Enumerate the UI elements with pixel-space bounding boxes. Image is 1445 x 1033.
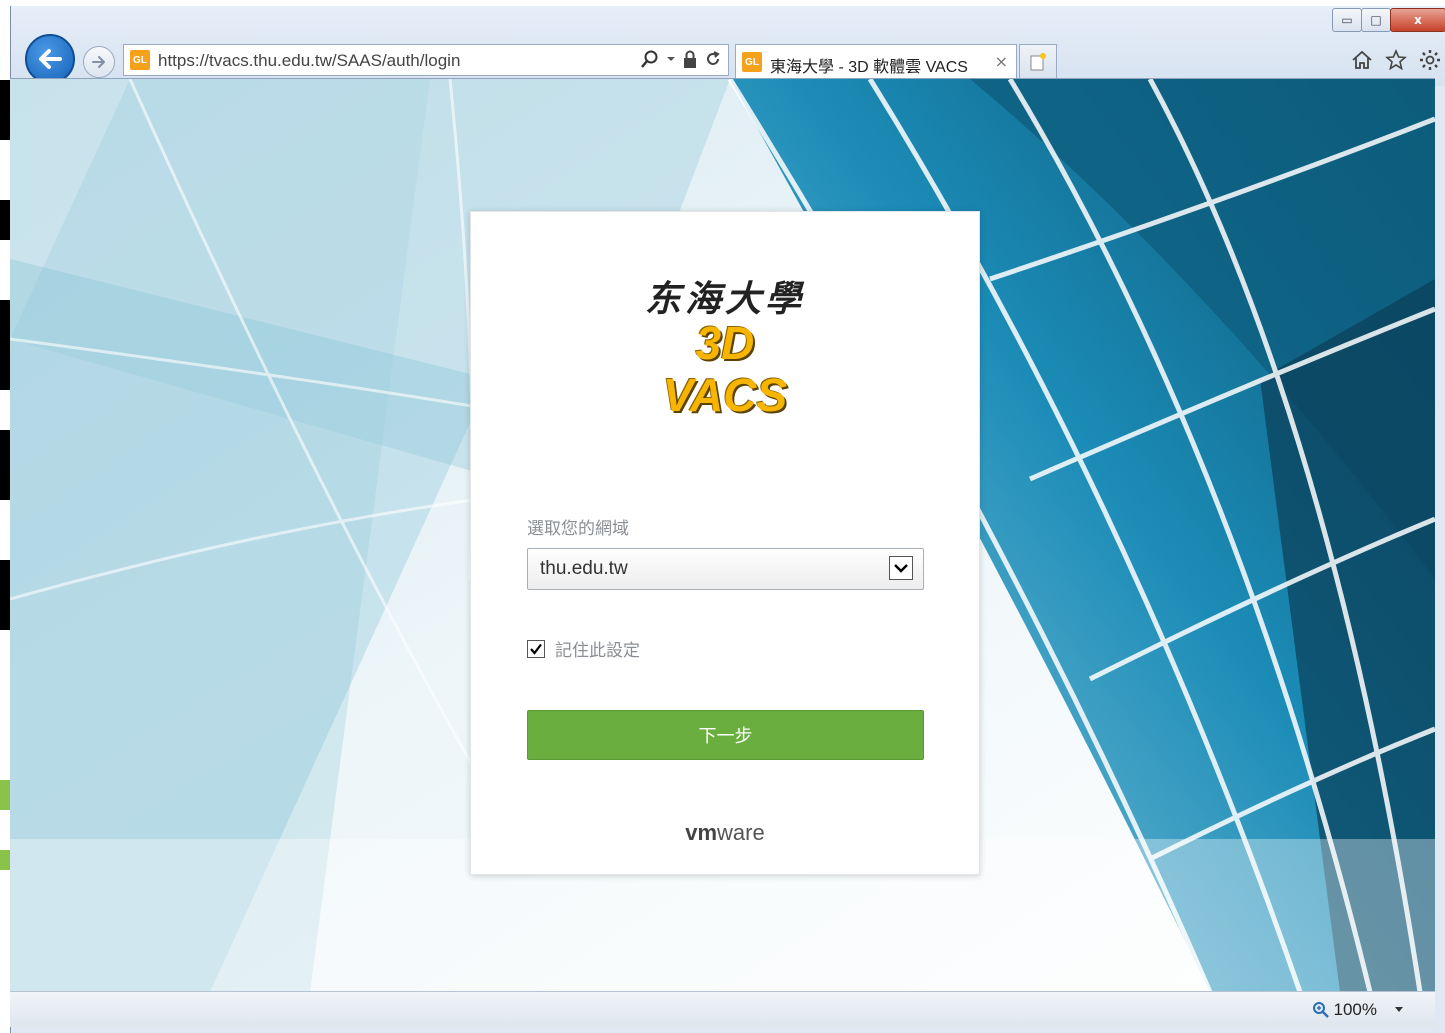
dropdown-arrow-icon[interactable] [666, 54, 676, 64]
browser-chrome: ▭ □ x GL https://tvacs.thu.edu.tw/SAAS/a… [11, 6, 1445, 86]
domain-select-value: thu.edu.tw [540, 558, 628, 579]
checkmark-icon [530, 643, 542, 655]
search-icon[interactable] [640, 49, 660, 69]
refresh-icon[interactable] [704, 50, 722, 68]
active-tab[interactable]: GL 東海大學 - 3D 軟體雲 VACS × [735, 44, 1017, 78]
gear-icon[interactable] [1418, 48, 1442, 72]
close-window-button[interactable]: x [1390, 8, 1445, 32]
address-tools [640, 49, 722, 69]
zoom-level: 100% [1333, 1000, 1377, 1019]
remember-checkbox[interactable] [527, 639, 545, 658]
arrow-right-icon [92, 56, 105, 68]
window-controls: ▭ □ x [1332, 8, 1445, 32]
chevron-down-icon[interactable] [889, 556, 913, 580]
university-logo-text: 东海大學 [644, 278, 805, 320]
domain-select[interactable]: thu.edu.tw [527, 548, 924, 590]
tab-close-icon[interactable]: × [995, 52, 1008, 71]
address-url[interactable]: https://tvacs.thu.edu.tw/SAAS/auth/login [158, 51, 460, 71]
logo-vacs: VACS [662, 369, 788, 421]
arrow-left-icon [39, 49, 62, 69]
maximize-icon: □ [1370, 13, 1382, 27]
remember-setting: 記住此設定 [527, 636, 640, 661]
browser-tools [1350, 48, 1442, 72]
zoom-control[interactable]: 100% [1312, 1000, 1405, 1020]
lock-icon[interactable] [682, 49, 698, 69]
domain-label: 選取您的網域 [527, 519, 629, 539]
address-bar[interactable]: GL https://tvacs.thu.edu.tw/SAAS/auth/lo… [123, 44, 729, 76]
tab-favicon-icon: GL [742, 52, 762, 72]
forward-button[interactable] [83, 46, 115, 78]
status-bar: 100% [10, 991, 1435, 1027]
vmware-logo-vm: vm [685, 820, 718, 845]
next-button[interactable]: 下一步 [527, 710, 924, 760]
tab-title: 東海大學 - 3D 軟體雲 VACS [770, 59, 968, 76]
star-icon[interactable] [1384, 48, 1408, 72]
remember-label[interactable]: 記住此設定 [555, 636, 640, 661]
vmware-logo: vmware [471, 820, 979, 846]
vmware-logo-ware: ware [717, 820, 765, 845]
logo-3d: 3D [695, 317, 755, 369]
maximize-button[interactable]: □ [1361, 8, 1391, 32]
page-viewport: 东海大學 3D VACS 選取您的網域 thu.edu.tw 記住此設定 下一步… [10, 78, 1435, 992]
zoom-icon [1312, 1002, 1329, 1018]
dropdown-arrow-icon[interactable] [1381, 1004, 1405, 1016]
minimize-button[interactable]: ▭ [1332, 8, 1362, 32]
home-icon[interactable] [1350, 48, 1374, 72]
new-tab-icon [1030, 52, 1046, 70]
back-button[interactable] [25, 34, 75, 84]
login-card: 东海大學 3D VACS 選取您的網域 thu.edu.tw 記住此設定 下一步… [470, 211, 980, 875]
minimize-icon: ▭ [1341, 13, 1353, 27]
new-tab-button[interactable] [1019, 44, 1057, 78]
close-icon: x [1414, 13, 1422, 27]
site-favicon-icon: GL [130, 50, 150, 70]
